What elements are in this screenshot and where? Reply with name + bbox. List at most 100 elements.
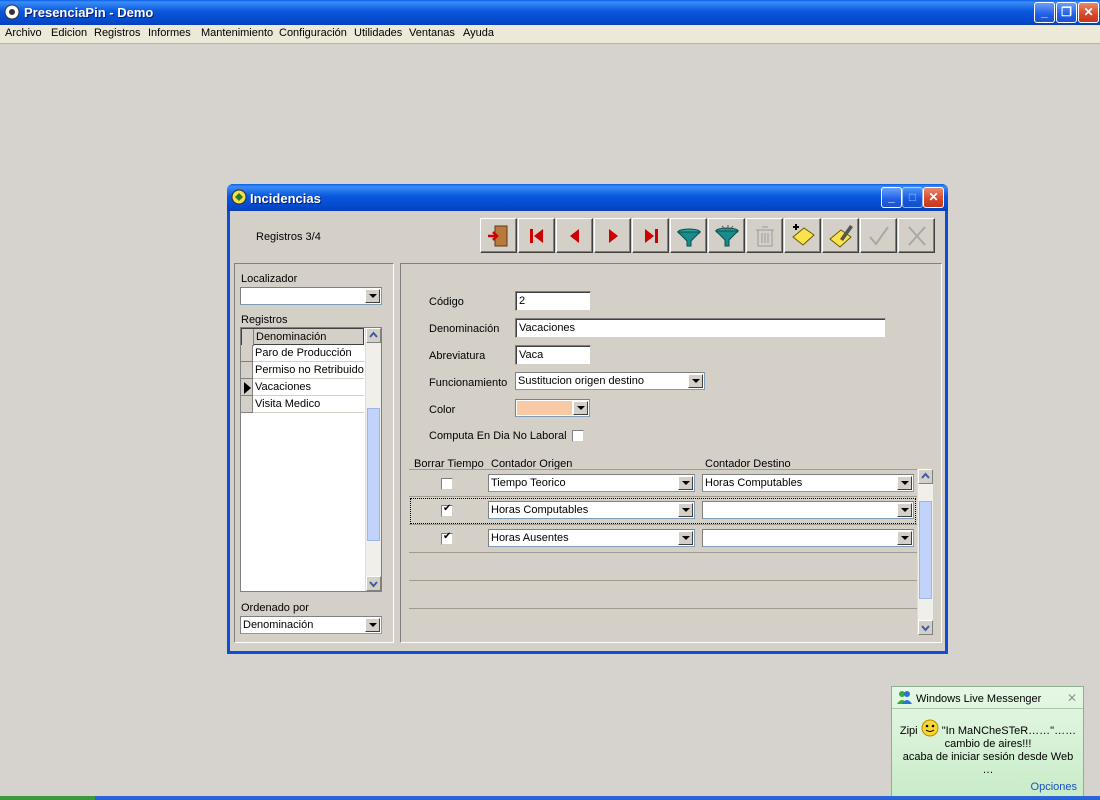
dialog-maximize-button: □ [902,187,923,208]
dialog-close-button[interactable]: ✕ [923,187,944,208]
detail-panel: Código 2 Denominación Vacaciones Abrevia… [400,263,942,643]
list-item-current[interactable]: Vacaciones [241,379,364,396]
notification-close-icon[interactable]: ✕ [1067,691,1077,705]
dialog-title: Incidencias [250,191,321,206]
menu-mantenimiento[interactable]: Mantenimiento [201,27,273,39]
list-item[interactable]: Permiso no Retribuido [241,362,364,379]
menu-registros[interactable]: Registros [94,27,140,39]
abreviatura-value: Vaca [519,349,544,361]
chevron-down-icon[interactable] [688,374,703,388]
destino-combo[interactable] [702,501,914,519]
start-button[interactable] [0,796,95,800]
order-combo[interactable]: Denominación [240,616,382,634]
chevron-down-icon [369,581,378,588]
destino-combo[interactable] [702,529,914,547]
table-row[interactable]: Horas Ausentes [409,525,917,553]
menu-ventanas[interactable]: Ventanas [409,27,455,39]
chevron-down-icon[interactable] [573,401,588,415]
list-item[interactable]: Visita Medico [241,396,364,413]
notification-text: acaba de iniciar sesión desde Web … [902,751,1074,776]
dialog-titlebar[interactable]: Incidencias _ □ ✕ [227,184,948,211]
filter-button[interactable] [670,218,707,253]
chevron-down-icon[interactable] [897,503,912,517]
computa-checkbox[interactable] [572,430,584,442]
chevron-down-icon[interactable] [678,531,693,545]
dialog-minimize-button[interactable]: _ [881,187,902,208]
table-row-empty[interactable] [409,581,917,609]
chevron-down-icon[interactable] [678,476,693,490]
list-header[interactable]: Denominación [241,328,364,346]
records-scrollbar[interactable] [365,328,381,591]
scroll-up-button[interactable] [918,469,933,484]
menu-informes[interactable]: Informes [148,27,191,39]
last-record-button[interactable] [632,218,669,253]
chevron-down-icon [921,625,930,632]
edit-record-button[interactable] [822,218,859,253]
chevron-down-icon[interactable] [678,503,693,517]
locator-combo[interactable] [240,287,382,305]
codigo-field[interactable]: 2 [515,291,591,311]
chevron-down-icon[interactable] [365,289,380,303]
chevron-down-icon[interactable] [897,531,912,545]
scroll-down-button[interactable] [366,576,381,591]
delete-record-button [746,218,783,253]
next-record-button[interactable] [594,218,631,253]
origen-combo[interactable]: Tiempo Teorico [488,474,695,492]
chevron-down-icon[interactable] [365,618,380,632]
menu-ayuda[interactable]: Ayuda [463,27,494,39]
list-item-label: Permiso no Retribuido [255,364,364,376]
scroll-thumb[interactable] [367,408,380,541]
borrar-checkbox[interactable] [441,503,453,517]
prev-record-button[interactable] [556,218,593,253]
table-row[interactable]: Tiempo Teorico Horas Computables [409,469,917,497]
chevron-up-icon [921,472,930,479]
borrar-checkbox[interactable] [441,531,453,545]
minimize-button[interactable]: _ [1034,2,1055,23]
destino-combo[interactable]: Horas Computables [702,474,914,492]
borrar-checkbox[interactable] [441,478,453,490]
main-titlebar: PresenciaPin - Demo _ ❐ ✕ [0,0,1100,25]
denominacion-field[interactable]: Vacaciones [515,318,886,338]
last-record-icon [645,229,658,243]
scroll-down-button[interactable] [918,620,933,635]
counters-scrollbar[interactable] [917,469,933,635]
menu-utilidades[interactable]: Utilidades [354,27,402,39]
origen-combo[interactable]: Horas Computables [488,501,695,519]
menu-edicion[interactable]: Edicion [51,27,87,39]
exit-button[interactable] [480,218,517,253]
origen-combo[interactable]: Horas Ausentes [488,529,695,547]
clear-filter-button[interactable] [708,218,745,253]
notification-header: Windows Live Messenger ✕ [892,687,1083,709]
funcionamiento-value: Sustitucion origen destino [518,375,644,387]
table-row-empty[interactable] [409,553,917,581]
chevron-down-icon[interactable] [897,476,912,490]
menu-configuracion[interactable]: Configuración [279,27,347,39]
window-title: PresenciaPin - Demo [24,5,154,20]
new-record-button[interactable] [784,218,821,253]
abreviatura-field[interactable]: Vaca [515,345,591,365]
color-combo[interactable] [515,399,590,417]
scroll-thumb[interactable] [919,501,932,599]
table-row-selected[interactable]: Horas Computables [409,497,917,525]
edit-record-icon [829,225,853,248]
clear-filter-icon [714,225,740,247]
table-row-empty[interactable] [409,609,917,637]
denominacion-label: Denominación [429,323,500,335]
accept-button [860,218,897,253]
computa-label: Computa En Dia No Laboral [429,430,567,442]
cancel-icon [908,226,926,246]
exit-door-icon [488,225,508,247]
list-item-label: Vacaciones [255,381,312,393]
notification-message[interactable]: Zipi "In MaNCheSTeR……"……cambio de aires!… [896,719,1080,777]
list-item-label: Paro de Producción [255,347,352,359]
menu-archivo[interactable]: Archivo [5,27,42,39]
messenger-notification[interactable]: Windows Live Messenger ✕ Zipi "In MaNChe… [891,686,1084,798]
list-item[interactable]: Paro de Producción [241,345,364,362]
scroll-up-button[interactable] [366,328,381,343]
filter-icon [676,228,702,247]
restore-button[interactable]: ❐ [1056,2,1077,23]
notification-options-link[interactable]: Opciones [1031,781,1077,793]
funcionamiento-combo[interactable]: Sustitucion origen destino [515,372,705,390]
close-button[interactable]: ✕ [1078,2,1099,23]
first-record-button[interactable] [518,218,555,253]
